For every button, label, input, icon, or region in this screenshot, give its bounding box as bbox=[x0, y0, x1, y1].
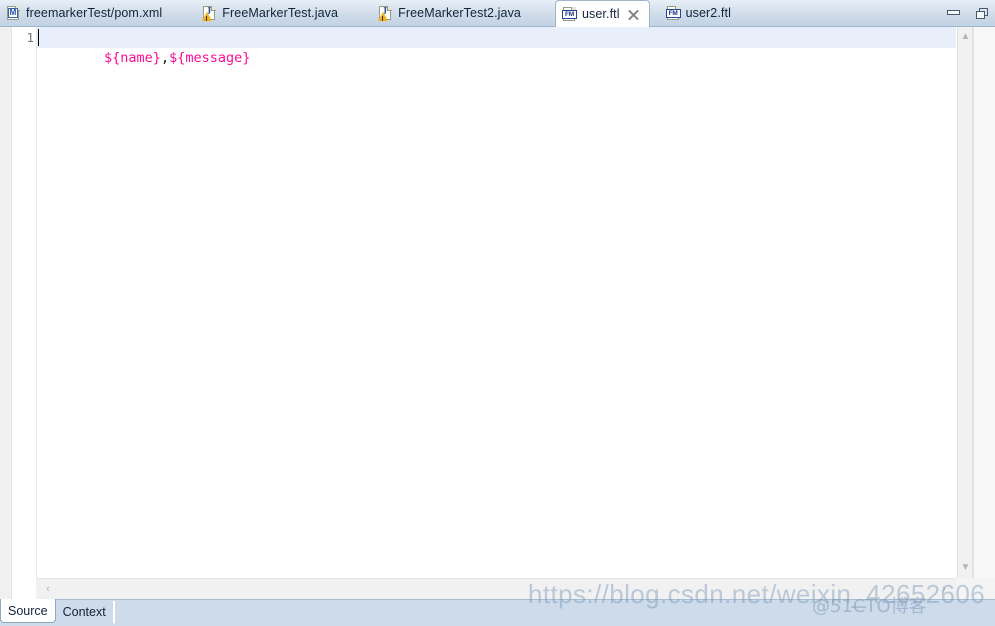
code-token-expr-message: ${message} bbox=[169, 50, 251, 66]
scroll-right-icon[interactable]: › bbox=[936, 581, 952, 597]
java-file-warning-icon: J bbox=[378, 5, 393, 21]
code-token-separator: , bbox=[160, 50, 170, 66]
editor-tab-label: FreeMarkerTest2.java bbox=[398, 6, 521, 20]
editor-tab-bar: M freemarkerTest/pom.xml J FreeMarkerTes… bbox=[0, 0, 995, 27]
editor-tab-pom-xml[interactable]: M freemarkerTest/pom.xml bbox=[0, 0, 172, 26]
editor-tab-label: user.ftl bbox=[581, 7, 620, 21]
maximize-restore-icon[interactable] bbox=[975, 6, 991, 20]
editor-tab-user-ftl[interactable]: FM user.ftl bbox=[554, 0, 650, 27]
code-text-area[interactable]: ${name},${message} bbox=[36, 27, 956, 578]
scroll-up-icon[interactable]: ▲ bbox=[958, 29, 973, 45]
editor-page-tab-bar: Source Context bbox=[0, 599, 995, 626]
text-caret bbox=[38, 29, 39, 46]
line-number: 1 bbox=[26, 30, 34, 45]
freemarker-file-icon: FM bbox=[665, 5, 681, 21]
horizontal-scrollbar[interactable]: ‹ › bbox=[36, 578, 956, 599]
java-file-warning-icon: J bbox=[202, 5, 217, 21]
code-line-1[interactable]: ${name},${message} bbox=[37, 27, 956, 66]
scroll-down-icon[interactable]: ▼ bbox=[958, 560, 973, 576]
code-token-expr-name: ${name} bbox=[104, 50, 161, 66]
overview-ruler[interactable] bbox=[973, 27, 995, 578]
freemarker-file-icon: FM bbox=[561, 6, 577, 22]
editor-tab-label: freemarkerTest/pom.xml bbox=[26, 6, 163, 20]
editor-tab-label: user2.ftl bbox=[685, 6, 731, 20]
bottom-tab-filler bbox=[113, 601, 995, 624]
line-number-gutter: 1 bbox=[12, 27, 36, 599]
bottom-tab-source[interactable]: Source bbox=[0, 599, 56, 623]
editor-tab-freemarkertest-java[interactable]: J FreeMarkerTest.java bbox=[196, 0, 348, 26]
window-controls bbox=[946, 3, 991, 23]
editor-tab-user2-ftl[interactable]: FM user2.ftl bbox=[660, 0, 741, 26]
scrollbar-corner bbox=[956, 578, 995, 599]
bottom-tab-context[interactable]: Context bbox=[55, 601, 114, 623]
editor-tab-label: FreeMarkerTest.java bbox=[222, 6, 339, 20]
scroll-left-icon[interactable]: ‹ bbox=[40, 581, 56, 597]
close-icon[interactable] bbox=[628, 9, 639, 20]
annotation-ruler[interactable] bbox=[0, 27, 12, 599]
eclipse-editor-window: M freemarkerTest/pom.xml J FreeMarkerTes… bbox=[0, 0, 995, 626]
editor-tab-freemarkertest2-java[interactable]: J FreeMarkerTest2.java bbox=[372, 0, 531, 26]
vertical-scrollbar[interactable]: ▲ ▼ bbox=[957, 27, 973, 578]
source-editor: 1 ${name},${message} ▲ ▼ ‹ › bbox=[0, 27, 995, 599]
maven-file-icon: M bbox=[6, 5, 21, 21]
minimize-icon[interactable] bbox=[946, 6, 962, 20]
